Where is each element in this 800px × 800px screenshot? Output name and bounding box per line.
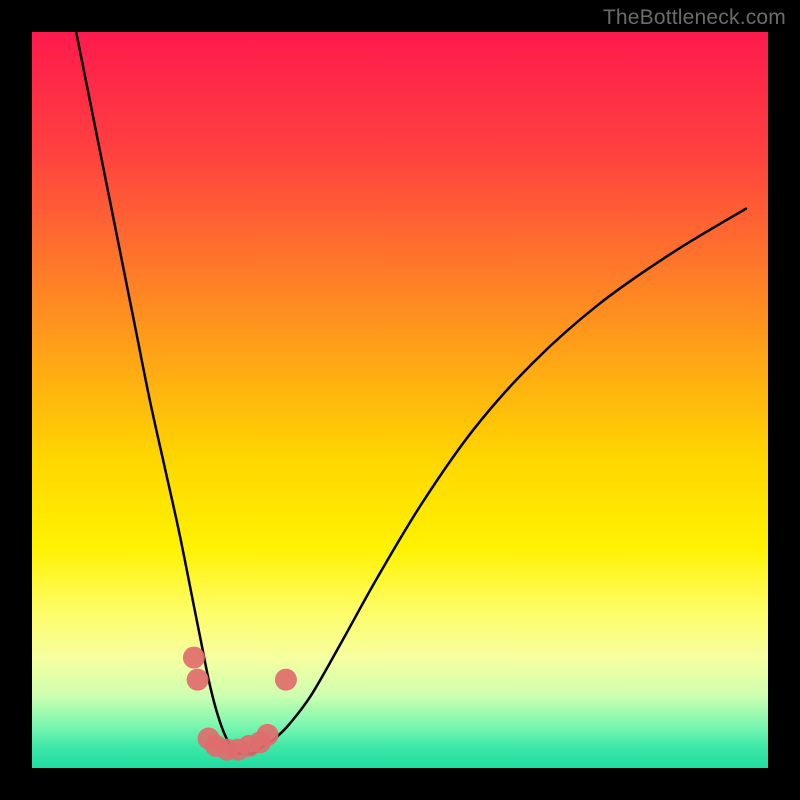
highlight-marker <box>275 669 297 691</box>
highlight-marker <box>183 647 205 669</box>
bottleneck-curve <box>76 32 746 754</box>
highlight-marker <box>257 724 279 746</box>
plot-area <box>32 32 768 768</box>
highlight-marker <box>187 669 209 691</box>
watermark-text: TheBottleneck.com <box>603 6 786 30</box>
chart-frame: TheBottleneck.com <box>0 0 800 800</box>
bottleneck-curve-svg <box>32 32 768 768</box>
